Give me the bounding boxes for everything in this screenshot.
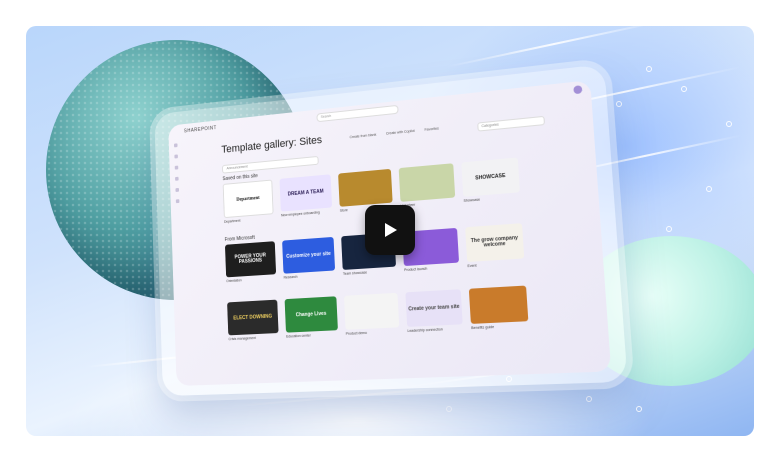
template-card[interactable]: POWER YOUR PASSIONS Orientation bbox=[224, 241, 277, 284]
template-caption: Product demo bbox=[345, 330, 367, 336]
template-card[interactable]: ELECT DOWNING Crisis management bbox=[227, 299, 279, 342]
template-card[interactable]: Volunteer bbox=[398, 163, 456, 210]
template-caption: Leadership connection bbox=[407, 327, 443, 334]
favorites-button[interactable]: Favorites bbox=[424, 126, 439, 131]
news-icon[interactable] bbox=[174, 165, 179, 170]
filter-input[interactable]: Announcement bbox=[221, 155, 319, 174]
left-rail bbox=[172, 143, 181, 204]
template-thumbnail: Department bbox=[222, 179, 274, 219]
bubble bbox=[706, 186, 712, 192]
bubble bbox=[446, 406, 452, 412]
home-icon[interactable] bbox=[173, 143, 178, 148]
bubble bbox=[666, 226, 672, 232]
template-card[interactable]: Department Department bbox=[222, 179, 274, 224]
bubble bbox=[681, 86, 687, 92]
lists-icon[interactable] bbox=[175, 187, 180, 192]
template-caption: Crisis management bbox=[228, 336, 256, 342]
template-caption: Education center bbox=[286, 333, 311, 339]
template-card[interactable]: Product demo bbox=[343, 292, 400, 336]
play-icon bbox=[385, 223, 397, 237]
template-thumbnail bbox=[338, 168, 393, 207]
page-title: Template gallery: Sites bbox=[221, 134, 323, 156]
template-card[interactable]: Change Lives Education center bbox=[284, 296, 339, 339]
bubble bbox=[616, 101, 622, 107]
template-thumbnail: The grow company welcome bbox=[465, 223, 525, 263]
app-title: SHAREPOINT bbox=[183, 125, 217, 135]
template-card[interactable]: DREAM A TEAM New employee onboarding bbox=[279, 174, 333, 219]
bubble bbox=[636, 406, 642, 412]
bubble bbox=[586, 396, 592, 402]
template-caption: Event bbox=[467, 263, 477, 269]
light-streak bbox=[445, 26, 662, 68]
video-player[interactable]: SHAREPOINT Search Template gallery: Site… bbox=[26, 26, 754, 436]
bubble bbox=[726, 121, 732, 127]
create-blank-button[interactable]: Create from blank bbox=[350, 133, 377, 140]
template-card[interactable]: Create your team site Leadership connect… bbox=[405, 289, 463, 333]
template-thumbnail: Change Lives bbox=[284, 296, 338, 333]
template-caption: Team showcase bbox=[342, 270, 368, 276]
microsoft-section-label: From Microsoft bbox=[224, 234, 255, 243]
template-caption: Orientation bbox=[226, 278, 242, 284]
template-caption: Benefits guide bbox=[471, 324, 495, 331]
template-thumbnail bbox=[398, 163, 456, 202]
template-thumbnail bbox=[468, 285, 529, 324]
template-card[interactable]: Benefits guide bbox=[468, 285, 529, 331]
sites-icon[interactable] bbox=[174, 154, 178, 159]
template-thumbnail: ELECT DOWNING bbox=[227, 299, 279, 336]
templates-row-3: ELECT DOWNING Crisis management Change L… bbox=[227, 285, 529, 342]
files-icon[interactable] bbox=[175, 176, 179, 181]
template-caption: Product launch bbox=[404, 266, 428, 273]
template-thumbnail: Customize your site bbox=[282, 236, 336, 274]
categories-dropdown[interactable]: Categories bbox=[477, 115, 546, 132]
create-icon[interactable] bbox=[175, 199, 180, 204]
avatar[interactable] bbox=[573, 85, 583, 95]
template-thumbnail: SHOWCASE bbox=[461, 157, 520, 197]
template-caption: Research bbox=[283, 274, 298, 280]
template-card[interactable]: SHOWCASE Showcase bbox=[461, 157, 520, 205]
template-card[interactable]: Customize your site Research bbox=[282, 236, 336, 280]
play-button[interactable] bbox=[365, 205, 415, 255]
create-copilot-button[interactable]: Create with Copilot bbox=[386, 129, 415, 136]
bubble bbox=[646, 66, 652, 72]
template-thumbnail: Create your team site bbox=[405, 289, 463, 327]
template-thumbnail: DREAM A TEAM bbox=[279, 174, 333, 212]
gallery-toolbar: Create from blank Create with Copilot Fa… bbox=[350, 126, 439, 139]
template-thumbnail: POWER YOUR PASSIONS bbox=[224, 241, 277, 278]
search-input[interactable]: Search bbox=[315, 104, 399, 122]
template-thumbnail bbox=[343, 292, 400, 330]
template-card[interactable]: The grow company welcome Event bbox=[465, 223, 525, 268]
